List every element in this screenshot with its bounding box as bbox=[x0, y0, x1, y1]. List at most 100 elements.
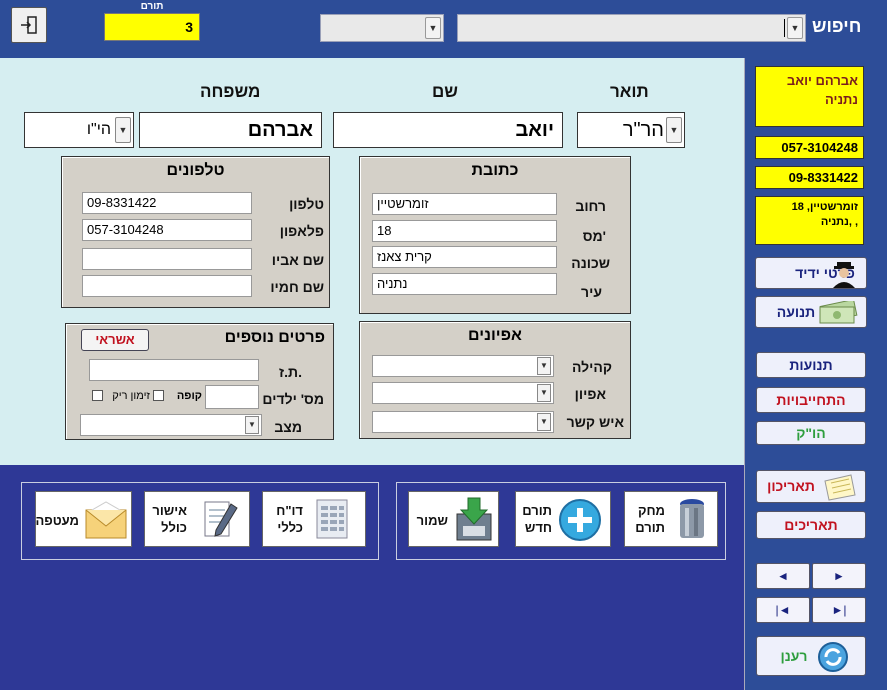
father-in-law-label: שם חמיו bbox=[270, 279, 324, 295]
transaction-label: תנועה bbox=[776, 304, 816, 320]
friend-details-button[interactable]: פרטי ידיד bbox=[755, 257, 867, 289]
first-name-field[interactable]: יואב bbox=[333, 112, 563, 148]
contact-select[interactable]: ▼ bbox=[372, 411, 554, 433]
last-name-header: משפחה bbox=[200, 82, 261, 101]
save-button[interactable]: שמור bbox=[408, 491, 499, 547]
extra-details-header: פרטים נוספים bbox=[224, 329, 325, 346]
community-select[interactable]: ▼ bbox=[372, 355, 554, 377]
title-header: תואר bbox=[610, 82, 649, 101]
city-field[interactable]: נתניה bbox=[372, 273, 557, 295]
envelope-button[interactable]: מעטפה bbox=[35, 491, 132, 547]
status-label: מצב bbox=[274, 419, 302, 435]
exit-button[interactable] bbox=[11, 7, 47, 43]
mobile-field[interactable]: 057-3104248 bbox=[82, 219, 252, 241]
envelope-label: מעטפה bbox=[35, 513, 79, 528]
general-report-button[interactable]: דו"ח כללי bbox=[262, 491, 366, 547]
search-combo[interactable]: ▼ bbox=[457, 14, 806, 42]
counter-caption: תורם bbox=[140, 1, 164, 12]
save-download-icon bbox=[456, 497, 492, 541]
chevron-down-icon[interactable]: ▼ bbox=[666, 117, 682, 143]
phone-label: טלפון bbox=[289, 196, 324, 212]
commitments-button[interactable]: התחייבויות bbox=[756, 387, 866, 413]
chevron-down-icon[interactable]: ▼ bbox=[115, 117, 131, 143]
chevron-down-icon[interactable]: ▼ bbox=[537, 384, 551, 402]
trait-label: אפיון bbox=[574, 386, 606, 402]
empty-schedule-label: זימון ריק bbox=[112, 390, 150, 402]
trash-can-icon bbox=[680, 499, 704, 538]
report-sheet-icon bbox=[316, 499, 348, 539]
dates-button[interactable]: תאריכים bbox=[756, 511, 866, 539]
new-donor-button[interactable]: תורם חדש bbox=[515, 491, 611, 547]
general-approval-button[interactable]: אישור כולל bbox=[144, 491, 250, 547]
secondary-select[interactable]: ▼ bbox=[320, 14, 444, 42]
address-header: כתובת bbox=[471, 162, 519, 179]
mobile-box: 057-3104248 bbox=[755, 136, 864, 159]
contact-label: איש קשר bbox=[566, 414, 624, 430]
id-field[interactable] bbox=[89, 359, 259, 381]
reminder-button[interactable]: תאריכון bbox=[756, 470, 866, 503]
donor-counter: 3 bbox=[104, 13, 200, 41]
cashbox-checkbox[interactable] bbox=[153, 390, 164, 401]
status-select[interactable]: ▼ bbox=[80, 414, 262, 436]
prev-record-button[interactable]: ◄ bbox=[756, 563, 810, 589]
father-name-field[interactable] bbox=[82, 248, 252, 270]
envelope-icon bbox=[85, 501, 127, 539]
exit-door-icon bbox=[21, 16, 37, 34]
first-record-icon: |◄ bbox=[775, 603, 791, 617]
last-record-button[interactable]: ►| bbox=[812, 597, 866, 623]
plus-circle-icon bbox=[559, 499, 601, 541]
next-record-button[interactable]: ► bbox=[812, 563, 866, 589]
chevron-down-icon[interactable]: ▼ bbox=[537, 413, 551, 431]
empty-schedule-checkbox[interactable] bbox=[92, 390, 103, 401]
number-field[interactable]: 18 bbox=[372, 220, 557, 242]
chevron-down-icon[interactable]: ▼ bbox=[425, 17, 441, 39]
trait-select[interactable]: ▼ bbox=[372, 382, 554, 404]
refresh-icon bbox=[818, 642, 848, 672]
phone-box: 09-8331422 bbox=[755, 166, 864, 189]
chevron-down-icon[interactable]: ▼ bbox=[537, 357, 551, 375]
transactions-button[interactable]: תנועות bbox=[756, 352, 866, 378]
chevron-down-icon[interactable]: ▼ bbox=[245, 416, 259, 434]
prev-arrow-icon: ◄ bbox=[777, 569, 789, 583]
mobile-label: פלאפון bbox=[279, 223, 324, 239]
neighborhood-label: שכונה bbox=[571, 255, 610, 271]
general-approval-label: אישור כולל bbox=[152, 503, 187, 535]
general-report-label: דו"ח כללי bbox=[276, 503, 303, 535]
suffix-select[interactable]: הי"ו ▼ bbox=[24, 112, 134, 148]
standing-order-button[interactable]: הו"ק bbox=[756, 421, 866, 445]
city-label: עיר bbox=[581, 284, 602, 300]
refresh-label: רענן bbox=[780, 648, 808, 664]
search-label: חיפוש bbox=[812, 16, 862, 36]
children-count-label: מס' ילדים bbox=[262, 391, 324, 407]
phones-header: טלפונים bbox=[166, 162, 225, 179]
community-label: קהילה bbox=[571, 359, 612, 375]
document-pen-icon bbox=[204, 501, 238, 537]
text-cursor bbox=[784, 19, 785, 37]
first-record-button[interactable]: |◄ bbox=[756, 597, 810, 623]
next-arrow-icon: ► bbox=[833, 569, 845, 583]
money-icon bbox=[819, 301, 858, 324]
chevron-down-icon[interactable]: ▼ bbox=[787, 17, 803, 39]
delete-donor-label: מחק תורם bbox=[635, 503, 665, 535]
transaction-button[interactable]: תנועה bbox=[755, 296, 867, 328]
reminder-label: תאריכון bbox=[767, 478, 815, 494]
father-in-law-field[interactable] bbox=[82, 275, 252, 297]
title-select[interactable]: הר"ר ▼ bbox=[577, 112, 685, 148]
new-donor-label: תורם חדש bbox=[522, 503, 552, 535]
street-field[interactable]: זומרשטיין bbox=[372, 193, 557, 215]
neighborhood-field[interactable]: קרית צאנז bbox=[372, 246, 557, 268]
children-count-field[interactable] bbox=[205, 385, 259, 409]
delete-donor-button[interactable]: מחק תורם bbox=[624, 491, 718, 547]
save-label: שמור bbox=[416, 513, 448, 528]
number-label: מס' bbox=[582, 228, 606, 244]
street-label: רחוב bbox=[575, 198, 606, 214]
last-record-icon: ►| bbox=[831, 603, 847, 617]
last-name-field[interactable]: אברהם bbox=[139, 112, 322, 148]
id-label: ת.ז. bbox=[279, 364, 302, 380]
phone-field[interactable]: 09-8331422 bbox=[82, 192, 252, 214]
refresh-button[interactable]: רענן bbox=[756, 636, 866, 676]
address-box: זומרשטיין, 18 נתניה, , bbox=[755, 196, 864, 245]
credit-button[interactable]: אשראי bbox=[81, 329, 149, 351]
donor-name-box: אברהם יואב נתניה bbox=[755, 66, 864, 127]
father-name-label: שם אביו bbox=[271, 252, 324, 268]
